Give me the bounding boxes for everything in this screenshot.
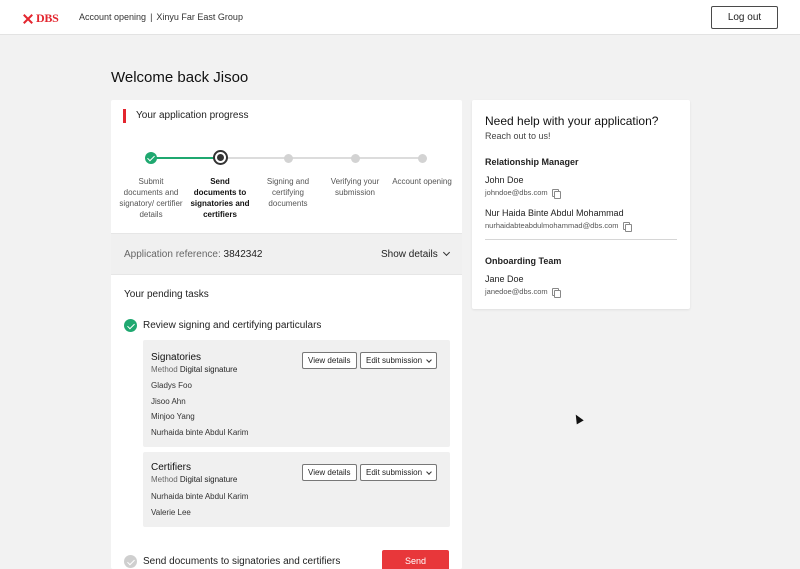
step-4-label: Verifying your submission bbox=[330, 177, 380, 197]
step-connector-2 bbox=[220, 157, 289, 159]
contact-name: John Doe bbox=[485, 175, 524, 185]
progress-title: Your application progress bbox=[123, 109, 248, 123]
rm-section-title: Relationship Manager bbox=[485, 157, 579, 167]
step-2-label: Send documents to signatories and certif… bbox=[190, 177, 250, 219]
logout-button[interactable]: Log out bbox=[711, 6, 778, 29]
edit-submission-label: Edit submission bbox=[366, 356, 423, 365]
method-value: Digital signature bbox=[179, 475, 238, 484]
application-card: Your application progress Submit documen… bbox=[111, 100, 462, 569]
step-connector-4 bbox=[356, 157, 423, 159]
signatory-name: Jisoo Ahn bbox=[151, 397, 186, 406]
step-connector-3 bbox=[289, 157, 356, 159]
step-5-dot-icon bbox=[418, 154, 427, 163]
mouse-cursor-icon bbox=[572, 412, 584, 425]
contact-email-text[interactable]: johndoe@dbs.com bbox=[485, 188, 548, 197]
step-4-dot-icon bbox=[351, 154, 360, 163]
method-label: Method bbox=[151, 475, 178, 484]
context-company: Xinyu Far East Group bbox=[156, 12, 243, 22]
task-review: Review signing and certifying particular… bbox=[124, 319, 321, 332]
dbs-logo-icon bbox=[22, 13, 34, 25]
step-connector-1 bbox=[151, 157, 220, 159]
copy-icon[interactable] bbox=[622, 221, 632, 232]
check-circle-icon bbox=[124, 555, 137, 568]
signatory-name: Nurhaida binte Abdul Karim bbox=[151, 428, 249, 437]
help-subtitle: Reach out to us! bbox=[485, 131, 551, 141]
step-1-check-icon bbox=[145, 152, 157, 164]
certifiers-view-details-button[interactable]: View details bbox=[302, 464, 357, 481]
task-send: Send documents to signatories and certif… bbox=[124, 555, 340, 568]
copy-icon[interactable] bbox=[551, 287, 561, 298]
brand-name: DBS bbox=[36, 11, 59, 25]
task-review-label: Review signing and certifying particular… bbox=[143, 320, 322, 331]
contact-email-text[interactable]: janedoe@dbs.com bbox=[485, 287, 548, 296]
chevron-down-icon bbox=[442, 248, 450, 257]
chevron-down-icon bbox=[426, 356, 432, 363]
step-2-current-icon bbox=[213, 150, 228, 165]
signatories-edit-submission-button[interactable]: Edit submission bbox=[360, 352, 438, 369]
copy-icon[interactable] bbox=[551, 188, 561, 199]
application-reference-bar: Application reference: 3842342 Show deta… bbox=[111, 233, 462, 275]
step-5-label: Account opening bbox=[392, 177, 452, 186]
send-button[interactable]: Send bbox=[382, 550, 449, 569]
step-3-dot-icon bbox=[284, 154, 293, 163]
context-separator: | bbox=[150, 12, 153, 22]
contact-email: johndoe@dbs.com bbox=[485, 188, 561, 199]
signatories-view-details-button[interactable]: View details bbox=[302, 352, 357, 369]
signatory-name: Gladys Foo bbox=[151, 381, 192, 390]
pending-tasks-title: Your pending tasks bbox=[124, 289, 209, 300]
certifiers-panel: Certifiers Method Digital signature View… bbox=[143, 452, 450, 527]
step-1-label: Submit documents and signatory/ certifie… bbox=[119, 177, 183, 219]
signatory-name: Minjoo Yang bbox=[151, 412, 195, 421]
reference-value: 3842342 bbox=[223, 249, 263, 260]
certifiers-method: Method Digital signature bbox=[151, 475, 237, 484]
reference-label-text: Application reference: bbox=[124, 249, 221, 260]
step-3-label: Signing and certifying documents bbox=[266, 177, 310, 208]
onboarding-section-title: Onboarding Team bbox=[485, 256, 562, 266]
edit-submission-label: Edit submission bbox=[366, 468, 423, 477]
help-title: Need help with your application? bbox=[485, 114, 659, 128]
show-details-label: Show details bbox=[381, 249, 438, 260]
contact-name: Nur Haida Binte Abdul Mohammad bbox=[485, 208, 624, 218]
contact-email: janedoe@dbs.com bbox=[485, 287, 561, 298]
contact-name: Jane Doe bbox=[485, 274, 524, 284]
page-title: Welcome back Jisoo bbox=[111, 69, 249, 86]
certifiers-edit-submission-button[interactable]: Edit submission bbox=[360, 464, 438, 481]
check-circle-icon bbox=[124, 319, 137, 332]
method-value: Digital signature bbox=[179, 365, 238, 374]
contact-email-text[interactable]: nurhaidabteabdulmohammad@dbs.com bbox=[485, 221, 619, 230]
chevron-down-icon bbox=[426, 468, 432, 475]
task-send-label: Send documents to signatories and certif… bbox=[143, 556, 341, 567]
section-divider bbox=[485, 239, 677, 240]
certifiers-title: Certifiers bbox=[151, 462, 192, 473]
signatories-title: Signatories bbox=[151, 352, 202, 363]
contact-email: nurhaidabteabdulmohammad@dbs.com bbox=[485, 221, 632, 232]
certifier-name: Valerie Lee bbox=[151, 508, 191, 517]
reference-label: Application reference: 3842342 bbox=[124, 249, 262, 260]
top-header: DBS Account opening | Xinyu Far East Group… bbox=[0, 0, 800, 35]
account-context: Account opening | Xinyu Far East Group bbox=[79, 12, 243, 22]
signatories-method: Method Digital signature bbox=[151, 365, 237, 374]
method-label: Method bbox=[151, 365, 178, 374]
show-details-toggle[interactable]: Show details bbox=[381, 248, 450, 260]
signatories-panel: Signatories Method Digital signature Vie… bbox=[143, 340, 450, 447]
dbs-logo[interactable]: DBS bbox=[22, 11, 59, 26]
certifier-name: Nurhaida binte Abdul Karim bbox=[151, 492, 249, 501]
context-section: Account opening bbox=[79, 12, 147, 22]
help-card: Need help with your application? Reach o… bbox=[472, 100, 690, 309]
